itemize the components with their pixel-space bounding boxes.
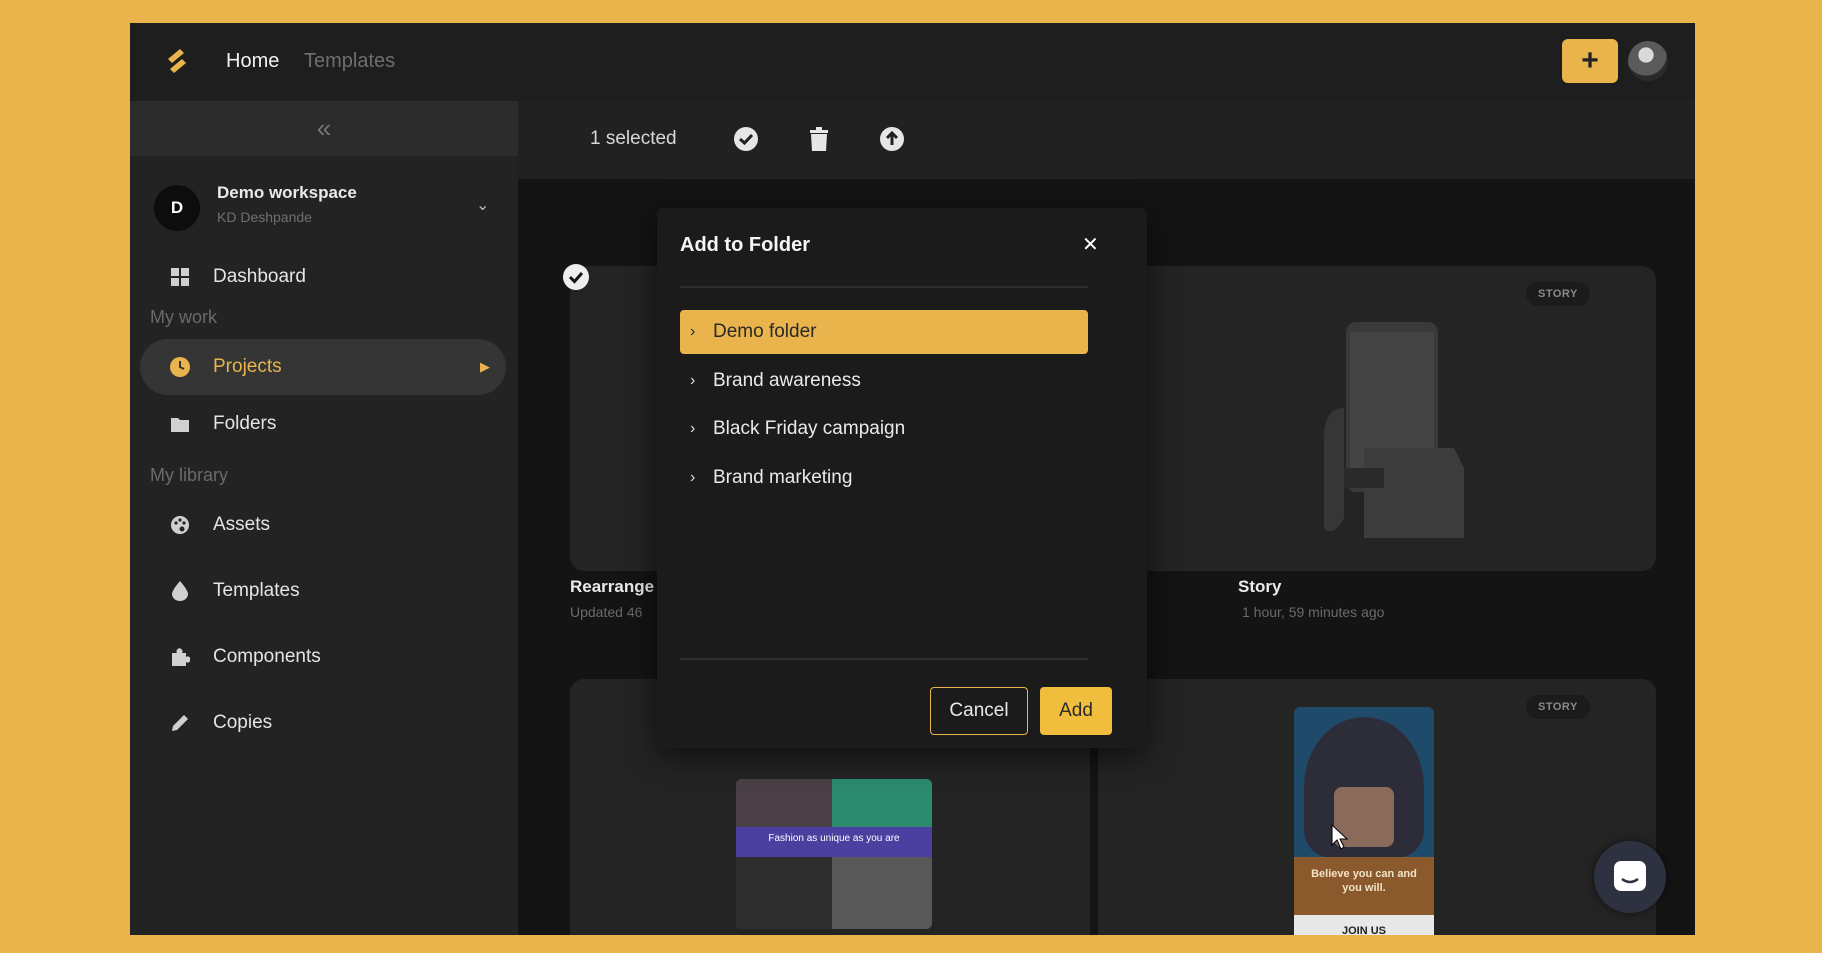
collapse-sidebar-button[interactable]: « [130,101,518,156]
card-title: Story [1238,577,1282,596]
chat-support-button[interactable] [1594,841,1666,913]
folder-name: Black Friday campaign [713,418,906,439]
folder-name: Brand marketing [713,467,853,488]
chevron-right-icon[interactable]: › [690,372,695,390]
nav-home-link[interactable]: Home [226,50,279,73]
sidebar-item-folders[interactable]: Folders [140,396,506,452]
brand-logo-icon[interactable] [160,45,194,79]
trash-icon[interactable] [805,125,833,153]
sidebar-item-templates[interactable]: Templates [140,563,506,619]
phone-hand-illustration-icon [1324,322,1464,538]
mouse-cursor-icon [1331,823,1349,850]
palette-icon [168,513,192,537]
sidebar-item-label: Dashboard [213,266,306,287]
nav-templates-link[interactable]: Templates [304,50,395,73]
workspace-user: KD Deshpande [217,209,312,225]
clock-icon [168,355,192,379]
close-icon[interactable]: ✕ [1082,232,1099,257]
folder-icon [168,412,192,436]
create-button[interactable]: + [1562,39,1618,83]
section-my-work: My work [150,307,217,327]
top-bar: Home Templates + [130,23,1695,101]
cancel-button[interactable]: Cancel [930,687,1028,735]
sidebar-item-label: Assets [213,514,271,535]
project-card-fitness[interactable]: STORY Believe you can and you will. JOIN… [1098,679,1656,935]
puzzle-icon [168,645,192,669]
sidebar: « D Demo workspace KD Deshpande ⌄ Dashbo… [130,101,518,935]
sidebar-item-label: Folders [213,413,277,434]
sidebar-item-label: Copies [213,712,273,733]
folder-row-demo-folder[interactable]: › Demo folder [680,310,1088,354]
drop-icon [168,579,192,603]
sidebar-item-assets[interactable]: Assets [140,497,506,553]
check-circle-icon[interactable] [732,125,760,153]
add-to-folder-dialog: Add to Folder ✕ › Demo folder › Brand aw… [657,208,1147,748]
chevron-right-icon[interactable]: › [690,420,695,438]
section-my-library: My library [150,465,229,485]
thumbnail-promo-text: Believe you can and you will. [1311,868,1417,894]
user-avatar[interactable] [1628,41,1668,81]
card-updated: 1 hour, 59 minutes ago [1242,604,1385,620]
workspace-name: Demo workspace [217,183,357,202]
fitness-thumbnail: Believe you can and you will. JOIN US [1294,707,1434,935]
folder-name: Demo folder [713,321,817,342]
sidebar-item-copies[interactable]: Copies [140,695,506,751]
selected-check-icon[interactable] [562,263,590,291]
folder-row-brand-awareness[interactable]: › Brand awareness [680,359,1088,403]
sidebar-item-label: Projects [213,356,282,377]
add-button[interactable]: Add [1040,687,1112,735]
chat-icon [1614,861,1646,891]
dialog-title: Add to Folder [680,234,810,256]
grid-icon [168,265,192,289]
folder-row-black-friday[interactable]: › Black Friday campaign [680,407,1088,451]
sidebar-item-label: Components [213,646,321,667]
sidebar-item-dashboard[interactable]: Dashboard [140,249,506,305]
selection-count: 1 selected [590,128,677,149]
folder-name: Brand awareness [713,370,861,391]
thumbnail-text: Fashion as unique as you are [768,833,900,844]
workspace-avatar: D [154,185,200,231]
pencil-icon [168,711,192,735]
divider [680,658,1088,660]
card-title: Rearrange [570,577,655,596]
divider [680,286,1088,288]
chevron-right-icon[interactable]: › [690,469,695,487]
story-badge: STORY [1526,282,1590,306]
selection-action-bar: 1 selected [518,101,1695,179]
story-badge: STORY [1526,695,1590,719]
fashion-thumbnail: Fashion as unique as you are [736,779,932,929]
caret-right-icon: ▶ [480,359,490,374]
folder-row-brand-marketing[interactable]: › Brand marketing [680,456,1088,500]
sidebar-item-projects[interactable]: Projects ▶ [140,339,506,395]
app-window: Home Templates + « D Demo workspace KD D… [130,23,1695,935]
sidebar-item-label: Templates [213,580,300,601]
workspace-switcher[interactable]: D Demo workspace KD Deshpande ⌄ [154,181,494,233]
project-card-story[interactable]: STORY [1128,266,1656,571]
thumbnail-cta: JOIN US [1341,925,1386,935]
chevron-down-icon[interactable]: ⌄ [476,195,489,215]
sidebar-item-components[interactable]: Components [140,629,506,685]
card-updated: Updated 46 [570,604,643,620]
chevron-right-icon[interactable]: › [690,323,695,341]
upload-circle-icon[interactable] [878,125,906,153]
